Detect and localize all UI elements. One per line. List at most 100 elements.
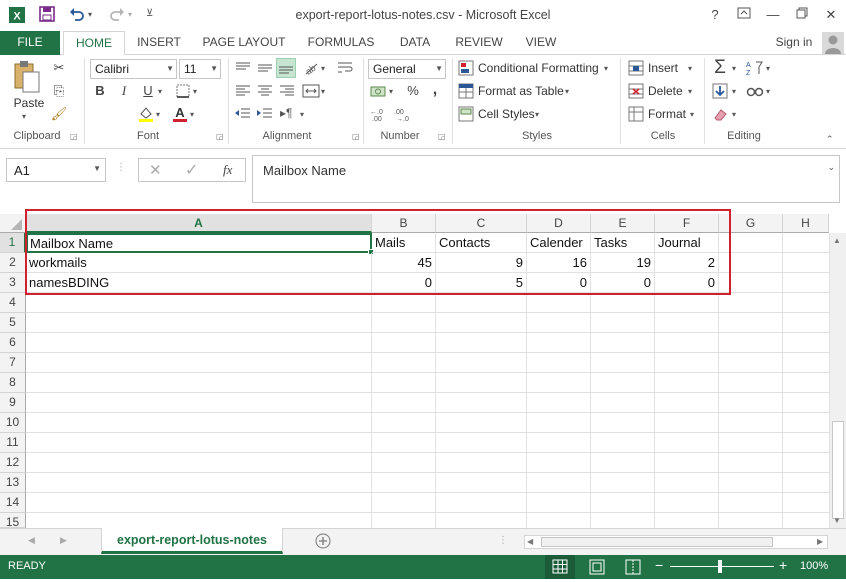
text-direction-icon[interactable]: ▸¶ [280,106,292,120]
row-header[interactable]: 4 [0,293,26,313]
tab-view[interactable]: VIEW [518,31,564,55]
comma-style-button[interactable]: , [428,81,442,99]
vertical-scrollbar[interactable]: ▲ ▼ [829,233,846,528]
font-size-select[interactable]: 11 ▼ [179,59,221,79]
bottom-align-icon[interactable] [276,58,296,78]
column-header-a[interactable]: A [26,214,372,233]
align-right-icon[interactable] [278,83,296,102]
decrease-indent-icon[interactable] [234,106,252,125]
bold-button[interactable]: B [92,83,108,98]
italic-button[interactable]: I [116,83,132,99]
select-all-button[interactable] [0,214,26,233]
tab-home[interactable]: HOME [63,31,125,55]
minimize-button[interactable]: — [760,4,786,26]
expand-formula-bar-icon[interactable]: ⌄ [827,162,835,173]
formula-input[interactable]: Mailbox Name ⌄ [252,155,840,203]
cell-f3[interactable]: 0 [655,273,719,293]
cell-a1[interactable]: Mailbox Name [26,233,372,253]
zoom-level[interactable]: 100% [800,560,828,572]
fill-icon[interactable] [712,83,728,102]
alignment-launcher-icon[interactable]: ◲ [352,132,360,141]
tab-file[interactable]: FILE [0,31,60,55]
format-cells-icon[interactable] [628,106,644,125]
scroll-up-icon[interactable]: ▲ [833,236,841,245]
row-header[interactable]: 14 [0,493,26,513]
column-header-d[interactable]: D [527,214,591,233]
row-header[interactable]: 9 [0,393,26,413]
conditional-formatting-icon[interactable] [458,60,474,79]
cell-styles-button[interactable]: Cell Styles [478,107,535,121]
merge-center-icon[interactable] [302,83,320,102]
enter-formula-icon[interactable]: ✓ [185,160,198,180]
prev-sheet-icon[interactable]: ◀ [28,535,35,546]
row-header[interactable]: 3 [0,273,26,293]
orientation-dropdown-icon[interactable]: ▾ [321,64,325,73]
percent-style-button[interactable]: % [404,83,422,98]
borders-icon[interactable] [176,84,190,101]
fill-color-dropdown-icon[interactable]: ▾ [156,110,160,119]
row-header[interactable]: 6 [0,333,26,353]
scroll-left-icon[interactable]: ◀ [527,537,533,546]
row-header[interactable]: 10 [0,413,26,433]
cell-c2[interactable]: 9 [436,253,527,273]
insert-function-button[interactable]: fx [223,162,232,178]
conditional-dropdown-icon[interactable]: ▾ [604,64,608,73]
normal-view-icon[interactable] [545,555,575,579]
cell-a2[interactable]: workmails [26,253,372,273]
clipboard-launcher-icon[interactable]: ◲ [70,132,78,141]
sign-in-link[interactable]: Sign in [770,31,818,55]
text-direction-dropdown-icon[interactable]: ▾ [300,110,304,119]
row-header[interactable]: 13 [0,473,26,493]
wrap-text-icon[interactable] [336,60,354,79]
fill-dropdown-icon[interactable]: ▾ [732,87,736,96]
cut-icon[interactable]: ✂ [50,60,68,76]
delete-button[interactable]: Delete [648,84,683,98]
scroll-down-icon[interactable]: ▼ [833,516,841,525]
cell-b2[interactable]: 45 [372,253,436,273]
row-header[interactable]: 12 [0,453,26,473]
merge-dropdown-icon[interactable]: ▾ [321,87,325,96]
row-header[interactable]: 15 [0,513,26,528]
sort-filter-icon[interactable]: AZ [746,60,764,79]
new-sheet-icon[interactable] [314,532,332,550]
scroll-right-icon[interactable]: ▶ [817,537,823,546]
format-dropdown-icon[interactable]: ▾ [690,110,694,119]
number-format-select[interactable]: General ▼ [368,59,446,79]
row-header[interactable]: 5 [0,313,26,333]
increase-indent-icon[interactable] [256,106,274,125]
row-header[interactable]: 2 [0,253,26,273]
align-center-icon[interactable] [256,83,274,102]
fill-color-icon[interactable] [138,105,154,126]
cancel-formula-icon[interactable]: ✕ [149,161,162,179]
collapse-ribbon-icon[interactable]: ⌃ [826,134,834,145]
insert-cells-icon[interactable] [628,60,644,79]
copy-icon[interactable]: ⎘ [50,83,68,99]
cell-e1[interactable]: Tasks [591,233,655,253]
sort-dropdown-icon[interactable]: ▾ [766,64,770,73]
column-header-b[interactable]: B [372,214,436,233]
page-break-view-icon[interactable] [624,559,642,578]
underline-button[interactable]: U [140,83,156,98]
zoom-out-icon[interactable]: − [655,557,663,573]
accounting-dropdown-icon[interactable]: ▾ [389,87,393,96]
autosum-icon[interactable]: Σ [710,57,730,79]
number-launcher-icon[interactable]: ◲ [438,132,446,141]
name-box[interactable]: A1 ▼ [6,158,106,182]
cell-c3[interactable]: 5 [436,273,527,293]
paste-icon[interactable] [12,60,42,94]
cell-f1[interactable]: Journal [655,233,719,253]
row-header[interactable]: 1 [0,233,26,253]
paste-dropdown-icon[interactable]: ▾ [22,112,26,121]
avatar[interactable] [822,32,844,54]
page-layout-view-icon[interactable] [588,559,606,578]
format-as-table-button[interactable]: Format as Table [478,84,564,98]
underline-dropdown-icon[interactable]: ▾ [158,87,162,96]
tab-formulas[interactable]: FORMULAS [300,31,382,55]
sheet-tab[interactable]: export-report-lotus-notes [101,528,283,554]
zoom-slider[interactable] [670,566,774,567]
conditional-formatting-button[interactable]: Conditional Formatting [478,61,599,75]
horizontal-scrollbar[interactable]: ◀ ▶ [524,535,828,549]
tab-review[interactable]: REVIEW [448,31,510,55]
delete-dropdown-icon[interactable]: ▾ [688,87,692,96]
tab-data[interactable]: DATA [392,31,438,55]
